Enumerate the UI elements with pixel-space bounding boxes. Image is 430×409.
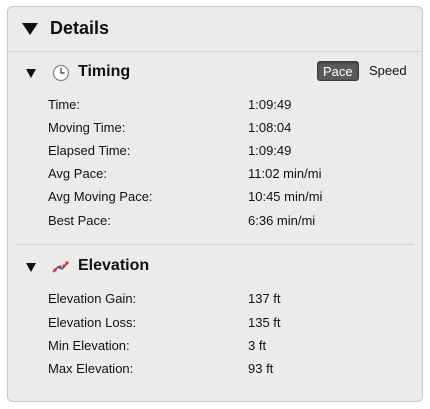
- pace-toggle-button[interactable]: Pace: [317, 61, 359, 81]
- stat-label: Moving Time:: [48, 120, 126, 135]
- elevation-title: Elevation: [78, 257, 150, 274]
- details-header[interactable]: Details: [8, 7, 422, 52]
- stat-value: 3 ft: [248, 338, 267, 353]
- section-divider: [16, 244, 414, 245]
- stat-value: 93 ft: [248, 361, 274, 376]
- list-item: Time: 1:09:49: [8, 95, 422, 115]
- stat-label: Elevation Loss:: [48, 315, 137, 330]
- stat-value: 135 ft: [248, 315, 281, 330]
- speed-toggle-button[interactable]: Speed: [364, 61, 412, 81]
- stat-label: Avg Moving Pace:: [48, 189, 153, 204]
- stat-label: Elapsed Time:: [48, 143, 131, 158]
- collapse-triangle-icon[interactable]: [22, 23, 38, 35]
- list-item: Avg Moving Pace: 10:45 min/mi: [8, 187, 422, 207]
- collapse-triangle-icon[interactable]: [26, 69, 36, 78]
- stat-value: 1:09:49: [248, 97, 292, 112]
- list-item: Elevation Loss: 135 ft: [8, 313, 422, 333]
- stat-label: Best Pace:: [48, 213, 111, 228]
- list-item: Avg Pace: 11:02 min/mi: [8, 164, 422, 184]
- stat-value: 137 ft: [248, 291, 281, 306]
- clock-icon: [52, 64, 70, 82]
- timing-section-header[interactable]: Timing Pace Speed: [8, 59, 422, 89]
- list-item: Max Elevation: 93 ft: [8, 359, 422, 379]
- stat-label: Avg Pace:: [48, 166, 108, 181]
- stat-label: Min Elevation:: [48, 338, 130, 353]
- panel-title: Details: [50, 18, 110, 38]
- list-item: Elevation Gain: 137 ft: [8, 289, 422, 309]
- stat-value: 6:36 min/mi: [248, 213, 316, 228]
- timing-title: Timing: [78, 63, 131, 80]
- elevation-chart-icon: [52, 261, 69, 273]
- collapse-triangle-icon[interactable]: [26, 263, 36, 272]
- stat-value: 11:02 min/mi: [248, 166, 322, 181]
- stat-label: Max Elevation:: [48, 361, 134, 376]
- stat-label: Time:: [48, 97, 81, 112]
- stat-value: 1:09:49: [248, 143, 292, 158]
- list-item: Moving Time: 1:08:04: [8, 118, 422, 138]
- list-item: Min Elevation: 3 ft: [8, 336, 422, 356]
- details-panel: Details Timing Pace Speed Time: 1:09:49 …: [7, 6, 423, 402]
- stat-value: 1:08:04: [248, 120, 292, 135]
- list-item: Best Pace: 6:36 min/mi: [8, 211, 422, 231]
- elevation-section-header[interactable]: Elevation: [8, 253, 422, 283]
- stat-label: Elevation Gain:: [48, 291, 137, 306]
- list-item: Elapsed Time: 1:09:49: [8, 141, 422, 161]
- stat-value: 10:45 min/mi: [248, 189, 323, 204]
